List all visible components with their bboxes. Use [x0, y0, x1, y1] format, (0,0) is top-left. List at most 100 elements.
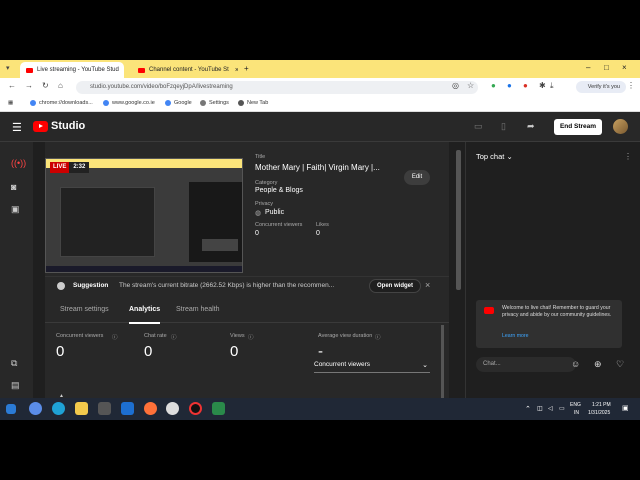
tab-channel-content[interactable]: Channel content - YouTube St ×	[132, 62, 238, 78]
battery-icon[interactable]: ▭	[559, 405, 565, 412]
star-icon[interactable]: ☆	[467, 81, 474, 90]
url-input[interactable]: studio.youtube.com/video/boFzqeyjDpA/liv…	[76, 81, 478, 94]
network-icon[interactable]: ◫	[537, 405, 543, 412]
panel-scrollbar[interactable]	[441, 325, 444, 405]
store-icon[interactable]	[98, 402, 111, 415]
extension-icon[interactable]: ●	[523, 81, 528, 90]
calendar-icon[interactable]: ▣	[11, 204, 20, 215]
main-scrollbar[interactable]	[456, 150, 461, 290]
forward-icon[interactable]: →	[25, 81, 33, 90]
bookmark-settings[interactable]: Settings	[200, 100, 229, 106]
firefox-icon[interactable]	[144, 402, 157, 415]
learn-more-link[interactable]: Learn more	[502, 333, 529, 340]
open-widget-button[interactable]: Open widget	[369, 279, 421, 293]
bookmark-label: Settings	[209, 100, 229, 106]
clock-time[interactable]: 1:21 PM	[592, 402, 611, 408]
tab-stream-settings[interactable]: Stream settings	[60, 306, 109, 313]
chat-panel: Top chat ⌄ ⋮ Welcome to live chat! Remem…	[465, 142, 640, 420]
metric-dropdown[interactable]: Concurrent viewers ⌄	[314, 361, 430, 373]
language-label[interactable]: ENG	[570, 402, 581, 408]
tab-list-icon[interactable]: ▾	[6, 64, 10, 72]
live-time: 2:32	[69, 162, 90, 173]
info-icon[interactable]: ⓘ	[248, 333, 254, 341]
tray-chevron-icon[interactable]: ⌃	[525, 405, 531, 413]
close-icon[interactable]: ×	[425, 280, 430, 290]
home-icon[interactable]: ⌂	[58, 81, 63, 90]
chrome-icon[interactable]	[166, 402, 179, 415]
edit-button[interactable]: Edit	[404, 170, 430, 185]
volume-icon[interactable]: ◁	[548, 405, 553, 412]
verify-chip[interactable]: Verify it's you	[575, 81, 626, 93]
youtube-icon	[26, 67, 33, 73]
back-icon[interactable]: ←	[8, 81, 16, 90]
metric-label: Chat rate	[144, 333, 167, 339]
bookmarks-bar: ▦ chrome://downloads... www.google.co.ie…	[0, 96, 640, 112]
category-value: People & Blogs	[255, 187, 303, 194]
chat-input[interactable]: Chat...	[476, 357, 576, 372]
tab-live-streaming[interactable]: Live streaming - YouTube Stud ×	[20, 62, 124, 78]
bookmark-new-tab[interactable]: New Tab	[238, 100, 268, 106]
open-external-icon[interactable]: ⧉	[11, 358, 17, 369]
extension-icon[interactable]: ●	[507, 81, 512, 90]
avatar[interactable]	[613, 119, 628, 134]
end-stream-button[interactable]: End Stream	[554, 119, 602, 135]
chrome-icon	[238, 100, 244, 106]
eye-off-icon[interactable]: ◎	[452, 81, 459, 90]
mail-icon[interactable]	[121, 402, 134, 415]
copilot-icon[interactable]	[29, 402, 42, 415]
tab-analytics[interactable]: Analytics	[129, 306, 161, 324]
reload-icon[interactable]: ↻	[42, 81, 49, 90]
live-icon[interactable]: ((•))	[11, 158, 26, 168]
studio-header: ☰ Studio ▭ ▯ ➦ End Stream	[0, 112, 640, 142]
close-window-icon[interactable]: ×	[622, 63, 627, 72]
notification-icon[interactable]: ▣	[622, 404, 629, 412]
stream-preview[interactable]	[45, 158, 243, 273]
close-icon[interactable]: ×	[235, 67, 238, 74]
info-icon[interactable]: ⓘ	[375, 333, 381, 341]
tab-stream-health[interactable]: Stream health	[176, 306, 220, 313]
preview-taskbar	[46, 266, 242, 272]
download-icon[interactable]: ⤓	[550, 81, 554, 91]
menu-icon[interactable]: ⋮	[627, 81, 635, 90]
top-chat-dropdown[interactable]: Top chat ⌄	[476, 152, 513, 161]
browser-tab-bar: ▾ Live streaming - YouTube Stud × Channe…	[0, 60, 640, 78]
obs-icon[interactable]	[189, 402, 202, 415]
feedback-icon[interactable]: ▤	[11, 380, 20, 391]
file-explorer-icon[interactable]	[75, 402, 88, 415]
region-label[interactable]: IN	[574, 410, 579, 416]
monitor-icon[interactable]: ▭	[474, 121, 483, 132]
hamburger-menu-icon[interactable]: ☰	[12, 121, 22, 134]
studio-logo[interactable]: Studio	[33, 120, 85, 132]
apps-icon[interactable]: ▦	[8, 100, 13, 106]
puzzle-icon[interactable]: ✱	[539, 81, 546, 90]
info-icon[interactable]: ⓘ	[112, 333, 118, 341]
maximize-icon[interactable]: □	[604, 63, 609, 72]
bookmark-google[interactable]: Google	[165, 100, 192, 106]
camera-icon[interactable]: ◙	[11, 182, 16, 192]
clock-date[interactable]: 1/31/2025	[588, 410, 610, 416]
app-icon[interactable]	[212, 402, 225, 415]
logo-text: Studio	[51, 120, 86, 132]
extension-icon[interactable]: ●	[491, 81, 496, 90]
minimize-icon[interactable]: –	[586, 63, 590, 72]
add-icon[interactable]: ⊕	[594, 359, 602, 370]
privacy-value: Public	[265, 209, 285, 216]
bookmark-google-ie[interactable]: www.google.co.ie	[103, 100, 155, 106]
chevron-down-icon: ⌄	[422, 362, 428, 369]
windows-start-icon[interactable]	[6, 404, 16, 414]
globe-icon: ◍	[255, 210, 262, 217]
emoji-icon[interactable]: ☺	[571, 359, 580, 369]
edge-icon[interactable]	[52, 402, 65, 415]
flag-icon[interactable]: ▯	[501, 121, 506, 132]
heart-icon[interactable]: ♡	[616, 359, 624, 370]
more-options-icon[interactable]: ⋮	[624, 152, 632, 161]
share-icon[interactable]: ➦	[527, 121, 535, 132]
new-tab-icon[interactable]: +	[244, 64, 249, 73]
bookmark-downloads[interactable]: chrome://downloads...	[30, 100, 93, 106]
title-label: Title	[255, 154, 266, 160]
bookmark-label: www.google.co.ie	[112, 100, 155, 106]
info-icon[interactable]: ⓘ	[171, 333, 177, 341]
metric-select-value: Concurrent viewers	[314, 361, 370, 368]
metric-value: 0	[144, 343, 153, 360]
concurrent-label: Concurrent viewers	[255, 222, 303, 228]
